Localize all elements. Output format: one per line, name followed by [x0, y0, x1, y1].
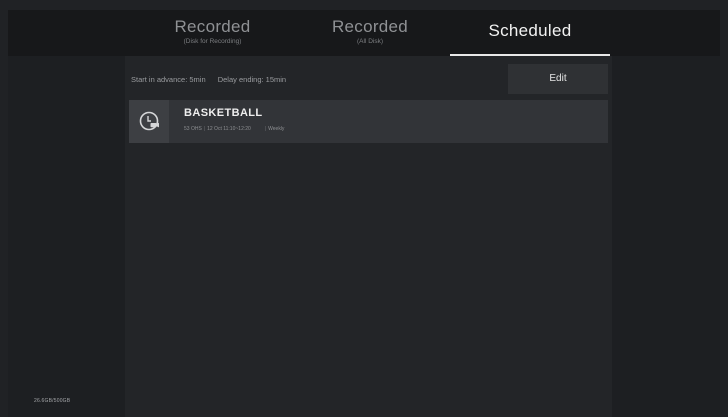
- channel-text: 53 OHS: [184, 126, 202, 132]
- separator: |: [264, 126, 267, 132]
- item-icon-container: [129, 100, 169, 143]
- tab-recorded-all-disk[interactable]: Recorded (All Disk): [290, 10, 450, 56]
- tab-bar: Recorded (Disk for Recording) Recorded (…: [8, 10, 720, 56]
- start-in-advance-text: Start in advance: 5min: [131, 75, 206, 84]
- schedule-time-text: 12 Oct 11:10~12:20: [207, 126, 251, 132]
- separator: |: [203, 126, 206, 132]
- clock-record-icon: [139, 111, 159, 131]
- tab-recorded-disk-for-recording[interactable]: Recorded (Disk for Recording): [135, 10, 290, 56]
- right-panel: [612, 56, 720, 417]
- recordings-screen: Recorded (Disk for Recording) Recorded (…: [0, 0, 728, 417]
- list-item[interactable]: BASKETBALL 53 OHS | 12 Oct 11:10~12:20 | Wee…: [129, 100, 608, 143]
- tab-title: Recorded: [174, 17, 251, 36]
- tab-title: Recorded: [331, 17, 409, 36]
- edit-button[interactable]: Edit: [508, 64, 608, 94]
- tab-scheduled[interactable]: Scheduled: [450, 10, 610, 56]
- repeat-text: Weekly: [268, 126, 285, 132]
- program-title: BASKETBALL: [184, 107, 263, 119]
- tab-subtitle: (Disk for Recording): [183, 38, 242, 45]
- tab-subtitle: (All Disk): [357, 38, 383, 45]
- disk-usage-text: 26.6GB/500GB: [34, 398, 71, 404]
- delay-ending-text: Delay ending: 15min: [217, 75, 287, 84]
- recording-settings: Start in advance: 5min Delay ending: 15m…: [131, 75, 286, 84]
- tab-title: Scheduled: [488, 21, 572, 40]
- program-details: 53 OHS | 12 Oct 11:10~12:20 | Weekly: [184, 126, 284, 132]
- left-panel: [8, 56, 125, 417]
